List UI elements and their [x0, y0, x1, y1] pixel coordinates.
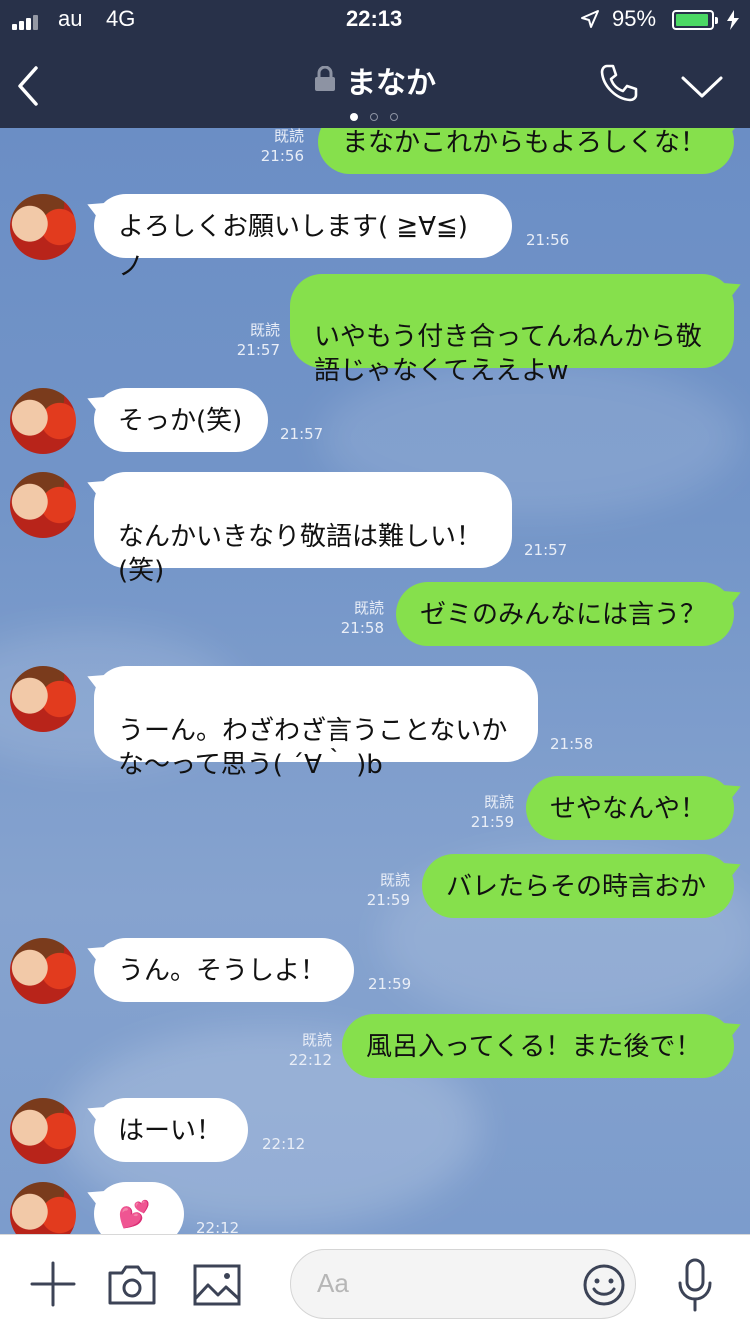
incoming-message[interactable]: なんかいきなり敬語は難しい！ (笑) [94, 472, 512, 586]
message-text: うーん。わざわざ言うことないか な〜って思う( ´∀｀ )b [118, 716, 508, 780]
page-dot [370, 113, 378, 121]
outgoing-message[interactable]: せやなんや！ [526, 776, 734, 840]
phone-icon[interactable] [598, 62, 640, 104]
message-meta: 21:56 [526, 230, 569, 250]
chevron-down-icon[interactable] [680, 74, 724, 100]
status-bar: au 4G 22:13 95% [0, 0, 750, 40]
message-text: よろしくお願いします( ≧∀≦)ノ [118, 212, 468, 282]
message-time: 21:57 [280, 425, 324, 443]
message-time: 21:59 [368, 975, 412, 993]
battery-icon [672, 10, 718, 30]
incoming-message[interactable]: よろしくお願いします( ≧∀≦)ノ [94, 194, 512, 282]
message-meta: 既読 22:12 [289, 1030, 332, 1070]
message-time: 21:58 [550, 735, 594, 753]
message-time: 21:57 [524, 541, 568, 559]
incoming-message[interactable]: うん。そうしよ！ [94, 938, 354, 1002]
message-text: ゼミのみんなには言う？ [420, 600, 707, 630]
message-time: 21:58 [340, 619, 384, 637]
avatar[interactable] [10, 666, 76, 732]
location-arrow-icon [581, 10, 599, 28]
message-text: まなかこれからもよろしくな！ [342, 128, 707, 158]
clock: 22:13 [346, 6, 403, 31]
page-indicator [350, 106, 398, 125]
chat-header: まなか [0, 40, 750, 128]
message-time: 21:59 [366, 891, 410, 909]
incoming-message[interactable]: うーん。わざわざ言うことないか な〜って思う( ´∀｀ )b [94, 666, 538, 780]
avatar[interactable] [10, 938, 76, 1004]
hearts-emoji: 💕 [118, 1200, 151, 1230]
message-meta: 22:12 [196, 1218, 239, 1234]
read-receipt: 既読 [483, 793, 514, 811]
message-meta: 22:12 [262, 1134, 305, 1154]
message-meta: 既読 21:58 [341, 598, 384, 638]
message-time: 21:56 [526, 231, 570, 249]
back-chevron-icon[interactable] [14, 64, 42, 108]
message-text: せやなんや！ [550, 794, 707, 824]
outgoing-message[interactable]: バレたらその時言おか [422, 854, 734, 918]
avatar[interactable] [10, 194, 76, 260]
battery-fill [676, 14, 709, 26]
read-receipt: 既読 [353, 599, 384, 617]
incoming-message[interactable]: はーい！ [94, 1098, 248, 1162]
battery-percent: 95% [612, 6, 657, 31]
microphone-icon[interactable] [676, 1257, 714, 1313]
avatar[interactable] [10, 388, 76, 454]
plus-icon[interactable] [30, 1261, 76, 1307]
carrier-label: au [58, 6, 83, 31]
message-meta: 21:57 [280, 424, 323, 444]
message-time: 21:56 [260, 147, 304, 165]
outgoing-message[interactable]: ゼミのみんなには言う？ [396, 582, 734, 646]
outgoing-message[interactable]: 風呂入ってくる！また後で！ [342, 1014, 734, 1078]
camera-icon[interactable] [106, 1263, 158, 1307]
message-meta: 既読 21:56 [261, 128, 304, 166]
message-time: 22:12 [262, 1135, 306, 1153]
message-time: 21:59 [470, 813, 514, 831]
charging-bolt-icon [727, 10, 739, 30]
outgoing-message[interactable]: いやもう付き合ってんねんから敬 語じゃなくてええよw [290, 274, 734, 386]
message-time: 21:57 [236, 341, 280, 359]
message-text: 風呂入ってくる！また後で！ [366, 1032, 702, 1062]
message-meta: 既読 21:59 [471, 792, 514, 832]
chat-title: まなか [346, 66, 436, 101]
message-input-bar: Aa [0, 1234, 750, 1335]
outgoing-message[interactable]: まなかこれからもよろしくな！ [318, 128, 734, 174]
read-receipt: 既読 [301, 1031, 332, 1049]
page-dot [390, 113, 398, 121]
read-receipt: 既読 [379, 871, 410, 889]
incoming-message[interactable]: そっか(笑) [94, 388, 268, 452]
signal-icon [12, 12, 40, 30]
emoji-icon[interactable] [581, 1262, 627, 1308]
message-meta: 既読 21:57 [237, 320, 280, 360]
read-receipt: 既読 [273, 128, 304, 145]
network-label: 4G [106, 6, 136, 31]
avatar[interactable] [10, 1098, 76, 1164]
message-text: うん。そうしよ！ [118, 956, 327, 986]
message-meta: 21:57 [524, 540, 567, 560]
message-meta: 21:58 [550, 734, 593, 754]
message-input[interactable]: Aa [290, 1249, 636, 1319]
avatar[interactable] [10, 1182, 76, 1234]
message-meta: 21:59 [368, 974, 411, 994]
page-dot-active [350, 113, 358, 121]
incoming-message[interactable]: 💕 [94, 1182, 184, 1234]
message-text: そっか(笑) [118, 406, 243, 436]
message-text: バレたらその時言おか [446, 872, 707, 902]
message-time: 22:12 [288, 1051, 332, 1069]
input-placeholder: Aa [317, 1268, 349, 1298]
read-receipt: 既読 [249, 321, 280, 339]
message-meta: 既読 21:59 [367, 870, 410, 910]
lock-icon [315, 66, 335, 91]
chat-history[interactable]: 既読 21:56 まなかこれからもよろしくな！ よろしくお願いします( ≧∀≦)… [0, 128, 750, 1234]
image-icon[interactable] [192, 1263, 242, 1307]
message-text: なんかいきなり敬語は難しい！ (笑) [118, 522, 483, 586]
avatar[interactable] [10, 472, 76, 538]
message-text: はーい！ [118, 1116, 223, 1146]
message-time: 22:12 [196, 1219, 240, 1234]
